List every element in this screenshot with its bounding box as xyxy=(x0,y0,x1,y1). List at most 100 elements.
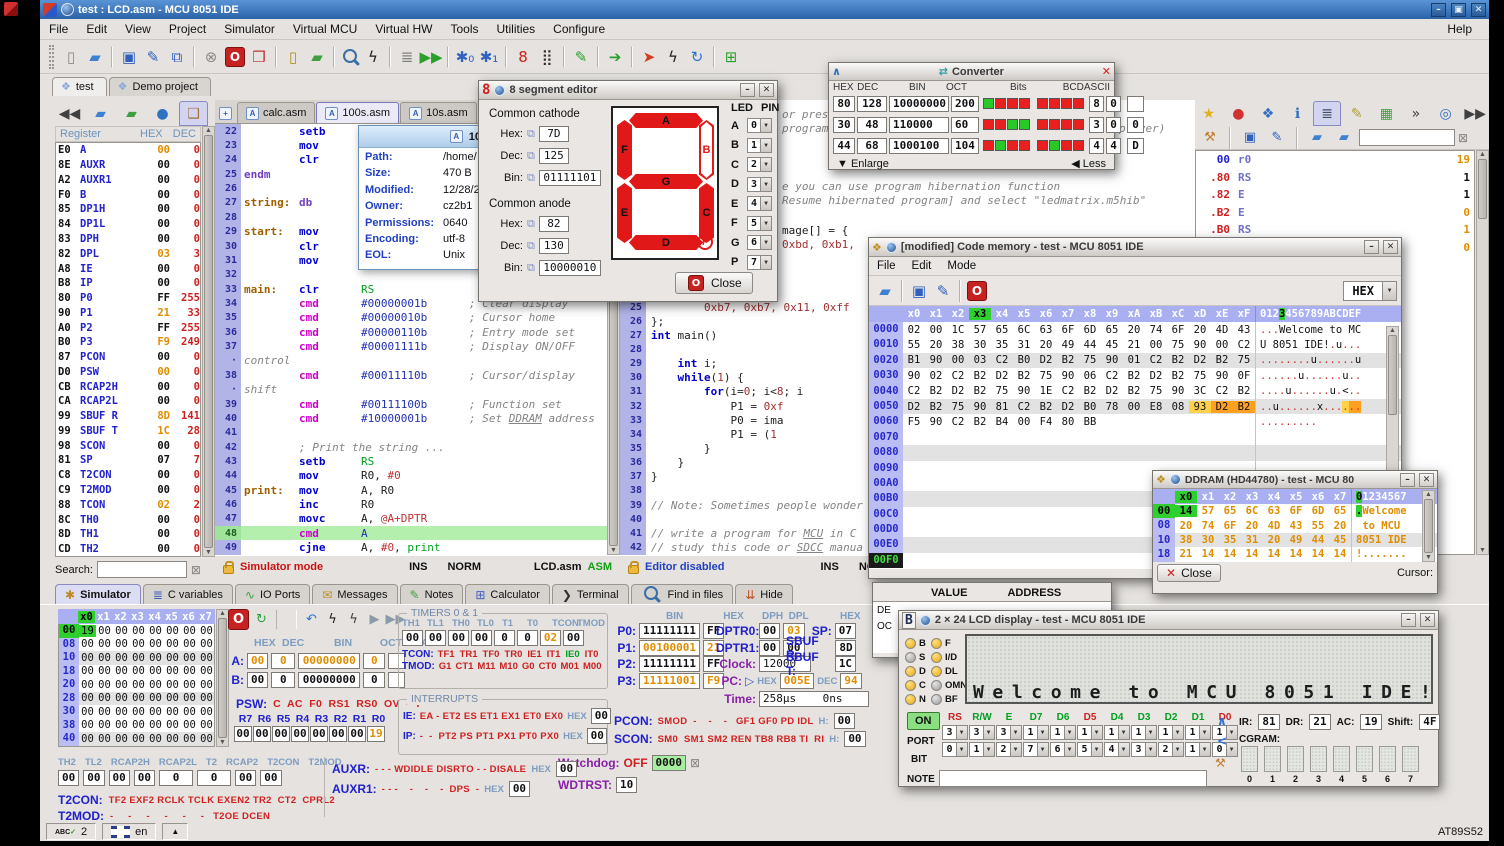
memory-cell[interactable]: 00 xyxy=(113,652,130,664)
hex-cell[interactable]: C2 xyxy=(947,416,969,428)
anode-bin[interactable]: 10000010 xyxy=(539,260,601,276)
r-register-value[interactable]: 00 xyxy=(348,726,366,742)
hex-cell[interactable]: 21 xyxy=(1123,339,1145,351)
ddram-cell[interactable]: 6C xyxy=(1241,505,1263,517)
bit-cell[interactable] xyxy=(1007,98,1018,109)
hex-cell[interactable]: 65 xyxy=(991,324,1013,336)
hex-cell[interactable]: 90 xyxy=(925,416,947,428)
bit-cell[interactable] xyxy=(995,140,1006,151)
code-line[interactable]: 43 setb RS xyxy=(215,454,620,468)
memory-row[interactable]: 18 0000000000000000 xyxy=(59,665,214,679)
memory-cell[interactable]: 00 xyxy=(164,733,181,745)
memory-cell[interactable]: 00 xyxy=(96,719,113,731)
notes-icon[interactable]: ✎ xyxy=(1343,101,1371,126)
ddram-cell[interactable]: 45 xyxy=(1329,534,1351,546)
ddram-cell[interactable]: 20 xyxy=(1241,520,1263,532)
register-row[interactable]: 87 PCON 00 0 xyxy=(56,350,200,365)
tmod-bit[interactable]: G0 xyxy=(522,661,535,672)
hex-cell[interactable]: 00 xyxy=(1211,339,1233,351)
hex-cell[interactable] xyxy=(1167,416,1189,428)
ddram-row[interactable]: 18 2114141414141414 !....... xyxy=(1153,547,1437,561)
ddram-cell[interactable]: 65 xyxy=(1219,505,1241,517)
hex-cell[interactable]: 49 xyxy=(1057,339,1079,351)
register-row[interactable]: D0 PSW 00 0 xyxy=(56,364,200,379)
watchdog-value[interactable]: 0000 xyxy=(652,755,687,771)
bookmarks-icon[interactable]: ★ xyxy=(1195,101,1223,126)
bit-cell[interactable] xyxy=(983,140,994,151)
watchdog-clear-icon[interactable]: ⊠ xyxy=(690,756,700,770)
register-row[interactable]: E0 A 00 0 xyxy=(56,143,200,158)
register-row[interactable]: 8D TH1 00 0 xyxy=(56,527,200,542)
hex-cell[interactable]: C2 xyxy=(1145,354,1167,366)
save-as-icon[interactable]: ✎ xyxy=(1265,126,1289,150)
open-recent-icon[interactable]: ▰ xyxy=(1332,126,1356,150)
memory-cell[interactable]: 00 xyxy=(130,719,147,731)
memory-cell[interactable]: 00 xyxy=(147,719,164,731)
registers-scrollbar[interactable]: ▲▼ xyxy=(202,126,215,557)
symbol-scrollbar[interactable]: ▲▼ xyxy=(1476,150,1489,555)
bit-cell[interactable] xyxy=(1049,98,1060,109)
hex-cell[interactable]: 90 xyxy=(1057,370,1079,382)
tab-find-in-files[interactable]: Find in files xyxy=(631,584,734,604)
signal-bit-dropdown[interactable]: 3▼ xyxy=(1131,742,1156,757)
converter-bcd-low[interactable]: 0 xyxy=(1106,96,1121,112)
converter-bin[interactable]: 110000 xyxy=(889,117,949,133)
pc-dec[interactable]: 94 xyxy=(840,673,861,689)
hex-cell[interactable]: E8 xyxy=(1145,401,1167,413)
converter-dec[interactable]: 68 xyxy=(857,138,887,154)
memory-cell[interactable]: 00 xyxy=(130,625,147,637)
converter-bcd-low[interactable]: 0 xyxy=(1106,117,1121,133)
t2-value[interactable]: 0 xyxy=(197,770,231,786)
hex-cell[interactable]: 00 xyxy=(925,324,947,336)
close-button[interactable]: ✕ xyxy=(1419,473,1434,487)
hex-cell[interactable]: B2 xyxy=(1013,370,1035,382)
ddram-cell[interactable]: 31 xyxy=(1241,534,1263,546)
memory-cell[interactable]: 00 xyxy=(79,719,96,731)
memory-row[interactable]: 28 0000000000000000 xyxy=(59,692,214,706)
registers-icon[interactable]: ❑ xyxy=(179,101,208,126)
memory-cell[interactable]: 00 xyxy=(198,719,215,731)
memory-cell[interactable]: 00 xyxy=(147,679,164,691)
memory-row[interactable]: 40 0000000000000000 xyxy=(59,732,214,746)
hex-cell[interactable]: B2 xyxy=(1167,354,1189,366)
t2-value[interactable]: 00 xyxy=(58,770,79,786)
hex-cell[interactable]: B2 xyxy=(1035,401,1057,413)
hex-cell[interactable]: 75 xyxy=(1233,354,1255,366)
pin-dropdown[interactable]: 2▼ xyxy=(747,157,772,172)
hex-cell[interactable]: 3C xyxy=(1189,385,1211,397)
save-icon[interactable]: ▣ xyxy=(907,279,931,303)
code-line[interactable]: 36 cmd #00000110b ; Entry mode set xyxy=(215,325,620,339)
register-row[interactable]: CB RCAP2H 00 0 xyxy=(56,379,200,394)
hex-cell[interactable]: 90 xyxy=(1013,385,1035,397)
hex-cell[interactable]: C2 xyxy=(1211,385,1233,397)
ddram-cell[interactable]: 14 xyxy=(1329,548,1351,560)
memory-cell[interactable]: 00 xyxy=(113,733,130,745)
hex-row[interactable]: 0000 02001C57656C636F6D6520746F204D43 ..… xyxy=(869,322,1401,337)
bit-cell[interactable] xyxy=(983,98,994,109)
open-icon[interactable]: ▰ xyxy=(873,279,897,303)
t2-value[interactable]: 0 xyxy=(159,770,193,786)
bit-cell[interactable] xyxy=(1007,140,1018,151)
memory-cell[interactable]: 00 xyxy=(164,665,181,677)
hex-cell[interactable]: B2 xyxy=(1123,385,1145,397)
separator[interactable] xyxy=(713,46,715,68)
display-icon[interactable]: ▦ xyxy=(1373,101,1401,126)
save-as-icon[interactable]: ✎ xyxy=(141,45,165,69)
hex-cell[interactable]: B2 xyxy=(969,416,991,428)
8-segment-editor-icon[interactable]: 8 xyxy=(511,45,535,69)
scroll-tabs-icon[interactable]: ▶▶ xyxy=(1461,101,1489,126)
hex-cell[interactable]: D2 xyxy=(1211,401,1233,413)
tcon-bit[interactable]: TR1 xyxy=(460,649,478,660)
signal-port-dropdown[interactable]: 1▼ xyxy=(1185,725,1210,740)
hex-cell[interactable]: D2 xyxy=(903,401,925,413)
bit-cell[interactable] xyxy=(1037,140,1048,151)
ddram-cell[interactable]: 6F xyxy=(1285,505,1307,517)
memory-row[interactable]: 00 1900000000000000 xyxy=(59,624,214,638)
hex-cell[interactable]: 55 xyxy=(903,339,925,351)
memory-cell[interactable]: 19 xyxy=(79,625,96,637)
memory-cell[interactable]: 00 xyxy=(198,652,215,664)
memory-row[interactable]: 10 0000000000000000 xyxy=(59,651,214,665)
tmod-bit[interactable]: CT0 xyxy=(539,661,557,672)
scon-bits[interactable]: SM0 SM1 SM2 REN TB8 RB8 TI RI xyxy=(658,734,825,745)
hex-cell[interactable]: BB xyxy=(1079,416,1101,428)
